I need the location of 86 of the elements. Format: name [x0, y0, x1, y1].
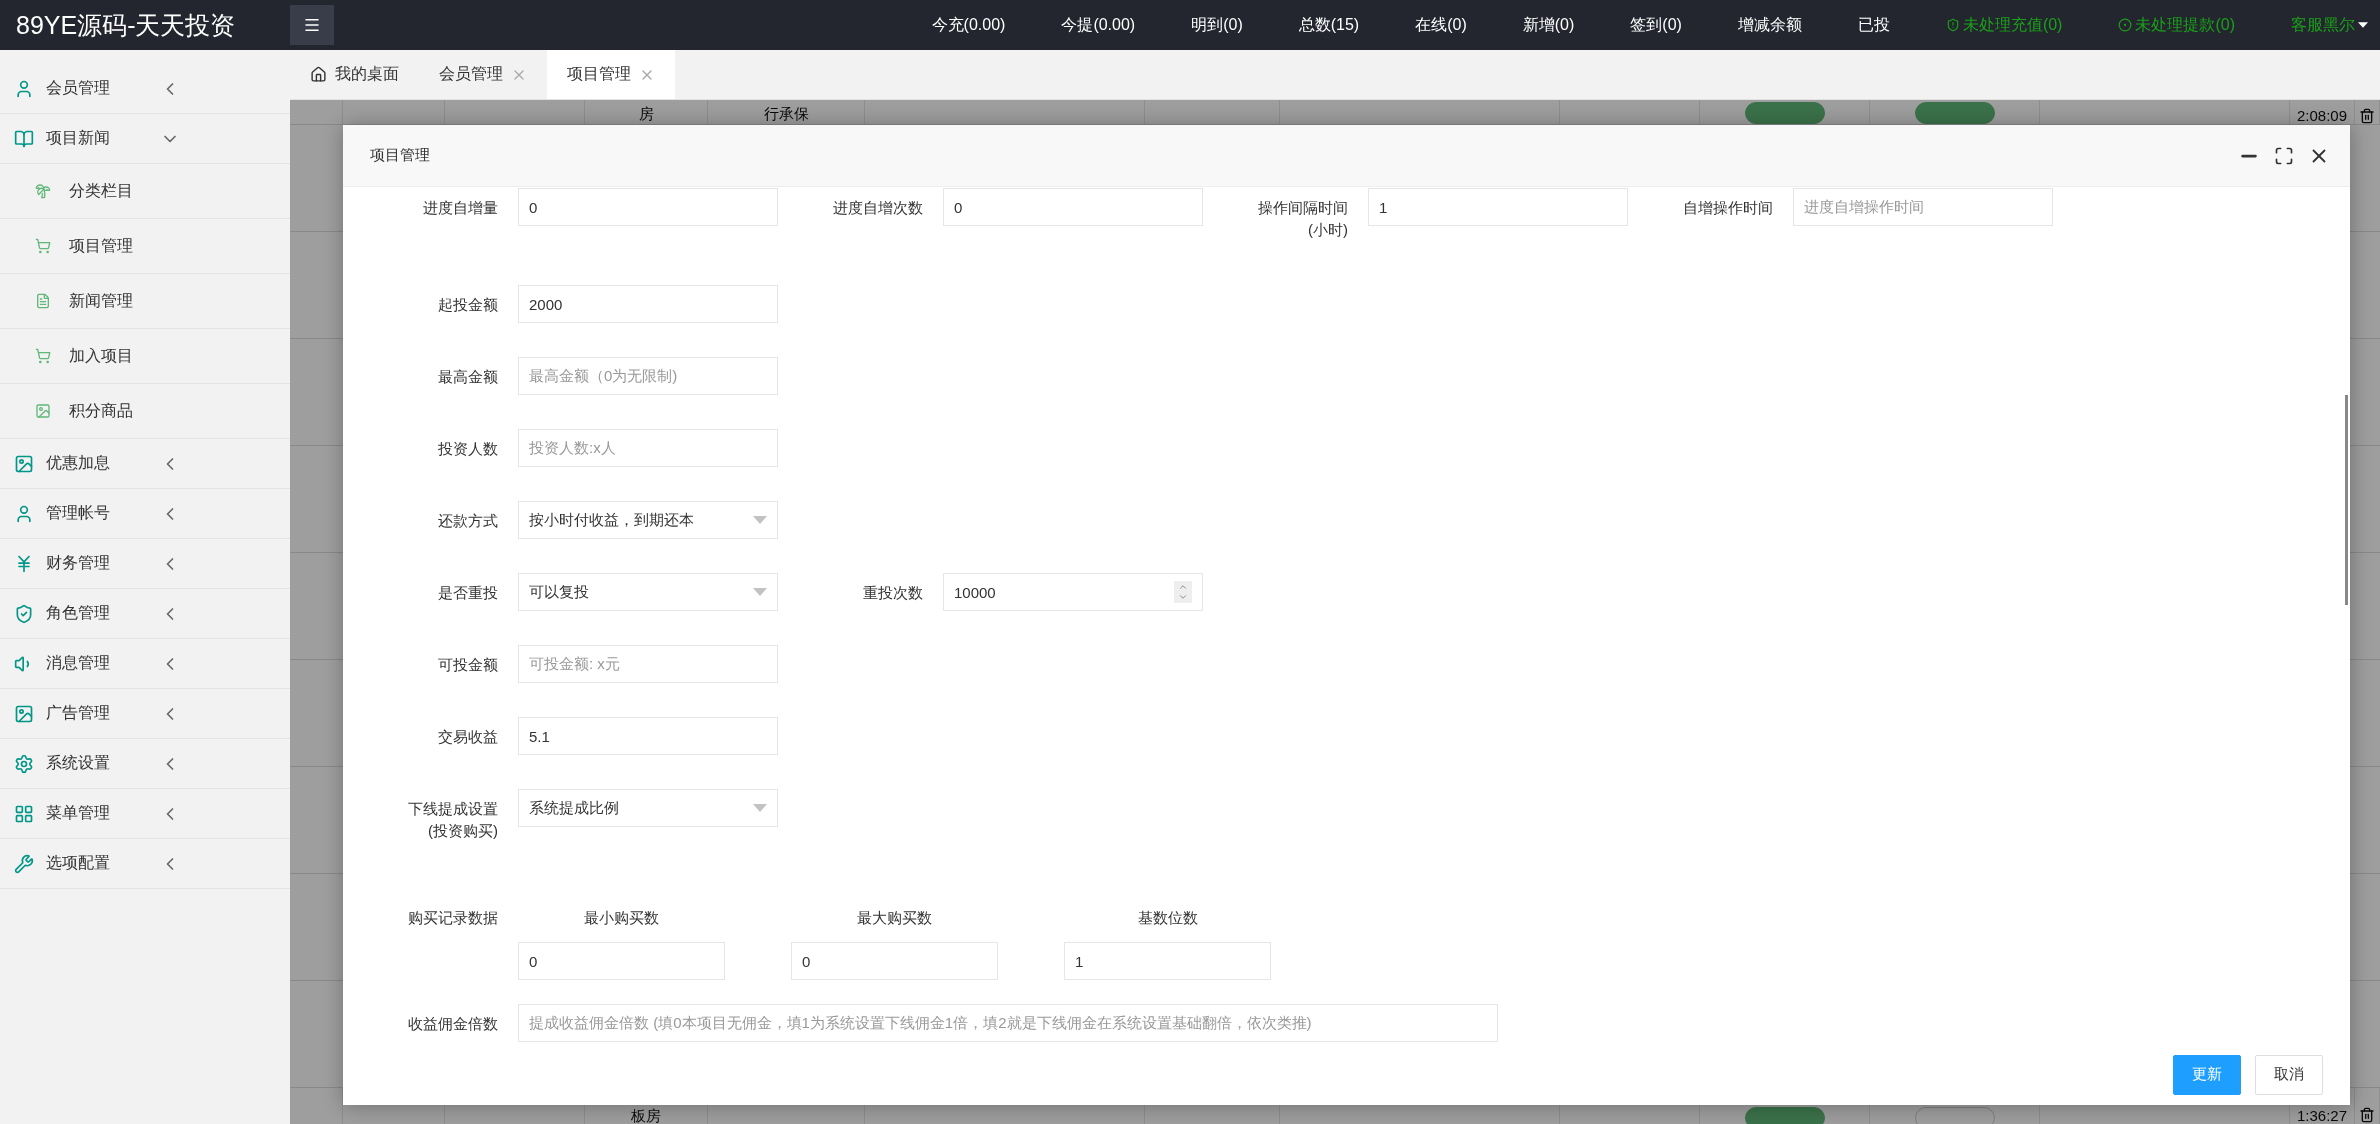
- table-text: 房: [638, 105, 654, 124]
- trash-icon[interactable]: [2359, 1107, 2375, 1123]
- toggle-switch[interactable]: [1914, 102, 1995, 124]
- field-label: 起投金额: [437, 295, 498, 315]
- user-icon: [14, 78, 34, 99]
- input-field[interactable]: 1: [1368, 188, 1628, 226]
- wrench-icon: [14, 853, 34, 874]
- modal-title: 项目管理: [370, 146, 431, 165]
- picture-icon: [14, 453, 34, 474]
- table-text: 行承保: [763, 105, 809, 124]
- input-field[interactable]: 0: [943, 188, 1203, 226]
- document-icon: [35, 293, 51, 309]
- field-label: 交易收益: [437, 727, 498, 747]
- grid-icon: [14, 803, 34, 824]
- nav-link[interactable]: 在线(0): [1415, 14, 1467, 36]
- picture-icon: [35, 403, 51, 419]
- nav-link[interactable]: 今充(0.00): [931, 14, 1006, 36]
- field-label: 还款方式: [437, 511, 498, 531]
- palm-icon: [35, 183, 51, 199]
- nav-link[interactable]: 明到(0): [1191, 14, 1243, 36]
- tab[interactable]: 会员管理: [419, 50, 547, 99]
- nav-link[interactable]: 未处理充值(0): [1945, 14, 2063, 36]
- column-heading: 最大购买数: [857, 908, 932, 928]
- tab[interactable]: 项目管理: [547, 50, 675, 99]
- maximize-icon[interactable]: [2274, 145, 2294, 166]
- caret-icon: [2358, 21, 2368, 29]
- input-field[interactable]: 2000: [518, 285, 778, 323]
- menu-button[interactable]: [290, 5, 334, 45]
- input-field[interactable]: 5.1: [518, 717, 778, 755]
- select-field[interactable]: 系统提成比例: [518, 789, 778, 827]
- shield-icon: [1945, 18, 1960, 32]
- nav-link[interactable]: 已投: [1857, 14, 1890, 36]
- brand-title: 89YE源码-天天投资: [15, 9, 237, 41]
- caret-icon: [753, 516, 767, 524]
- column-heading: 最小购买数: [584, 908, 659, 928]
- table-text: 板房: [631, 1107, 661, 1124]
- shield-icon: [14, 603, 34, 624]
- column-heading: 基数位数: [1137, 908, 1198, 928]
- caret-icon: [753, 804, 767, 812]
- field-label: 进度自增次数: [832, 198, 923, 218]
- number-field[interactable]: 10000: [943, 573, 1203, 611]
- field-label: 收益佣金倍数: [407, 1014, 498, 1034]
- nav-link[interactable]: 总数(15): [1298, 14, 1360, 36]
- field-label: 进度自增量: [422, 198, 498, 218]
- input-field[interactable]: 0: [518, 942, 725, 980]
- input-field[interactable]: 1: [1064, 942, 1271, 980]
- settings-icon: [14, 753, 34, 774]
- tab[interactable]: 我的桌面: [290, 50, 419, 99]
- nav-link[interactable]: 增减余额: [1737, 14, 1802, 36]
- nav-link[interactable]: 未处理提款(0): [2118, 14, 2235, 36]
- toggle-switch[interactable]: [1744, 102, 1825, 124]
- spinner-icon[interactable]: [1174, 581, 1192, 603]
- toggle-switch[interactable]: [1914, 1107, 1995, 1124]
- cart-icon: [35, 238, 51, 254]
- circle-dot-icon: [2118, 18, 2133, 32]
- user-icon: [14, 503, 34, 524]
- field-label: 重投次数: [862, 583, 923, 603]
- caret-icon: [753, 588, 767, 596]
- home-icon: [310, 66, 327, 83]
- nav-link[interactable]: 客服黑尔: [2291, 14, 2368, 36]
- input-field[interactable]: 0: [791, 942, 998, 980]
- toggle-switch[interactable]: [1744, 1107, 1825, 1124]
- nav-link[interactable]: 签到(0): [1630, 14, 1682, 36]
- scrollbar[interactable]: [2345, 395, 2348, 605]
- table-text: 2:08:09: [2296, 107, 2347, 124]
- menu-icon: [303, 16, 321, 34]
- cart-icon: [35, 348, 51, 364]
- sidebar-item[interactable]: 系统设置: [0, 739, 290, 789]
- field-label: 自增操作时间: [1682, 198, 1773, 218]
- nav-link[interactable]: 今提(0.00): [1061, 14, 1136, 36]
- field-label: 投资人数: [437, 439, 498, 459]
- trash-icon[interactable]: [2359, 108, 2375, 124]
- book-icon: [14, 128, 34, 149]
- field-label: 是否重投: [437, 583, 498, 603]
- table-text: 1:36:27: [2296, 1107, 2347, 1124]
- cancel-button[interactable]: 取消: [2255, 1054, 2323, 1095]
- input-field[interactable]: 0: [518, 188, 778, 226]
- field-label: 购买记录数据: [407, 908, 498, 928]
- field-label: 下线提成设置 (投资购买): [407, 799, 498, 841]
- nav-link[interactable]: 新增(0): [1522, 14, 1575, 36]
- field-label: 操作间隔时间 (小时): [1257, 198, 1348, 240]
- field-label: 可投金额: [437, 655, 498, 675]
- picture-icon: [14, 703, 34, 724]
- field-label: 最高金额: [437, 367, 498, 387]
- select-field[interactable]: 按小时付收益，到期还本: [518, 501, 778, 539]
- select-field[interactable]: 可以复投: [518, 573, 778, 611]
